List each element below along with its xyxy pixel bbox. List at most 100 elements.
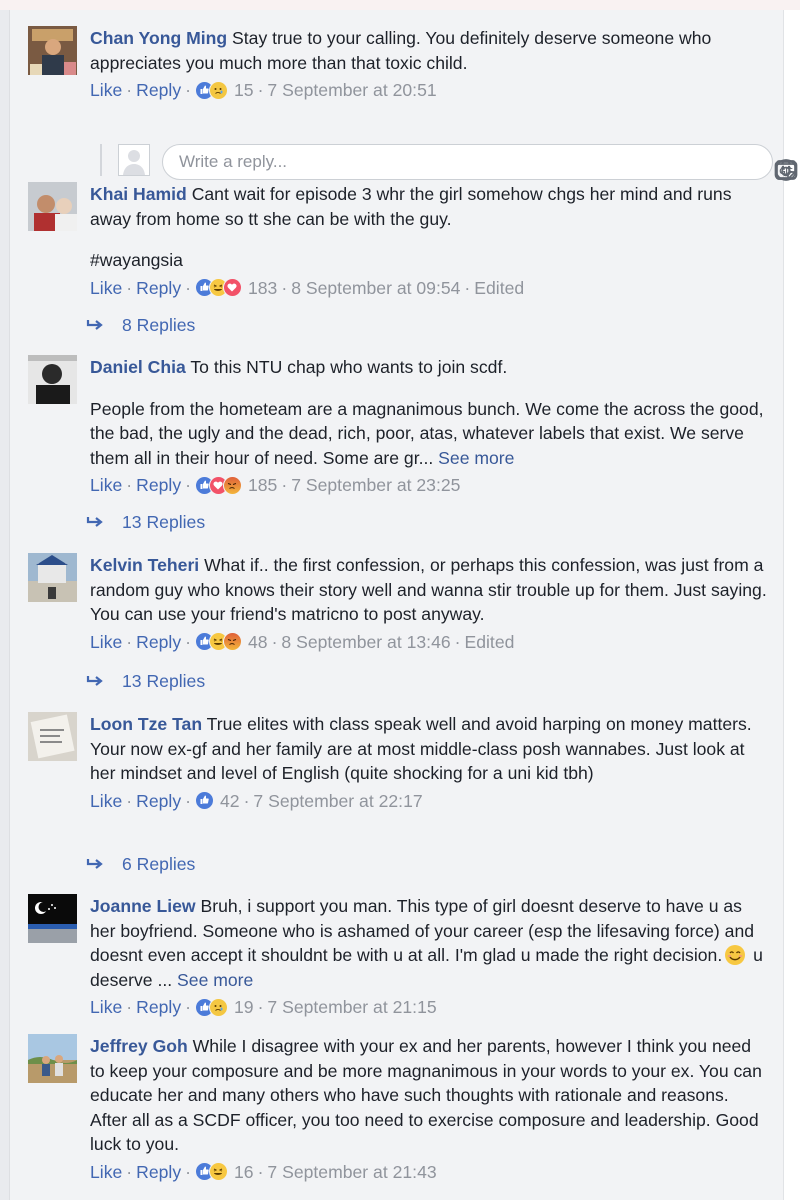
like-reaction-icon (194, 791, 214, 810)
comment: Loon Tze Tan True elites with class spea… (28, 712, 768, 882)
like-button[interactable]: Like (90, 789, 122, 813)
comment-text: Joanne Liew Bruh, i support you man. Thi… (90, 894, 768, 992)
comment: Joanne Liew Bruh, i support you man. Thi… (28, 894, 768, 1024)
reactions[interactable] (194, 791, 214, 810)
timestamp[interactable]: 7 September at 21:15 (267, 995, 436, 1019)
author-name[interactable]: Daniel Chia (90, 357, 186, 377)
author-name[interactable]: Khai Hamid (90, 184, 187, 204)
comment-message: To this NTU chap who wants to join scdf. (190, 357, 508, 377)
like-button[interactable]: Like (90, 630, 122, 654)
author-name[interactable]: Joanne Liew (90, 896, 196, 916)
view-replies-link[interactable]: 8 Replies (86, 313, 195, 337)
comment: Jeffrey Goh While I disagree with your e… (28, 1034, 768, 1194)
avatar[interactable] (28, 1034, 77, 1083)
comment: Chan Yong Ming Stay true to your calling… (28, 26, 798, 181)
reaction-count[interactable]: 15 (234, 78, 254, 102)
top-strip (0, 0, 800, 10)
view-replies-link[interactable]: 6 Replies (86, 852, 195, 876)
reply-button[interactable]: Reply (136, 473, 181, 497)
reactions[interactable] (194, 997, 228, 1017)
view-replies-link[interactable]: 13 Replies (86, 510, 205, 534)
comment-message: Cant wait for episode 3 whr the girl som… (90, 184, 732, 229)
comment-hashtag[interactable]: #wayangsia (90, 248, 768, 273)
reply-input[interactable]: Write a reply... GIF (162, 144, 798, 181)
comment-message-continued: People from the hometeam are a magnanimo… (90, 398, 764, 468)
reply-composer: Write a reply... GIF (100, 144, 798, 182)
see-more-link[interactable]: See more (177, 970, 253, 990)
timestamp[interactable]: 7 September at 23:25 (291, 473, 460, 497)
reply-arrow-icon (86, 517, 103, 527)
comment-text: Kelvin Teheri What if.. the first confes… (90, 553, 768, 627)
reaction-count[interactable]: 185 (248, 473, 277, 497)
like-button[interactable]: Like (90, 1160, 122, 1184)
comment-text: Khai Hamid Cant wait for episode 3 whr t… (90, 182, 768, 231)
reactions[interactable] (194, 632, 242, 651)
reply-arrow-icon (86, 320, 103, 330)
reactions[interactable] (194, 80, 228, 100)
scrollbar[interactable] (783, 10, 800, 1200)
avatar[interactable] (28, 894, 77, 943)
comment-text: Chan Yong Ming Stay true to your calling… (90, 26, 768, 75)
timestamp[interactable]: 7 September at 20:51 (267, 78, 436, 102)
replies-count[interactable]: 8 Replies (122, 315, 195, 336)
view-replies-link[interactable]: 13 Replies (86, 669, 205, 693)
author-name[interactable]: Loon Tze Tan (90, 714, 202, 734)
like-button[interactable]: Like (90, 473, 122, 497)
avatar[interactable] (28, 182, 77, 231)
see-more-link[interactable]: See more (438, 448, 514, 468)
reply-button[interactable]: Reply (136, 78, 181, 102)
reply-button[interactable]: Reply (136, 789, 181, 813)
smiling-face-emoji-icon (725, 945, 746, 965)
comment-actions: Like · Reply · 16 · 7 September at 21:43 (90, 1160, 437, 1184)
author-name[interactable]: Chan Yong Ming (90, 28, 227, 48)
comment-text: Jeffrey Goh While I disagree with your e… (90, 1034, 768, 1157)
timestamp[interactable]: 7 September at 22:17 (253, 789, 422, 813)
reactions[interactable] (194, 278, 242, 297)
timestamp[interactable]: 8 September at 13:46 (281, 630, 450, 654)
avatar[interactable] (28, 553, 77, 602)
reaction-count[interactable]: 183 (248, 276, 277, 300)
comment-actions: Like · Reply · 48 · 8 September at 13:46 · E… (90, 630, 515, 654)
timestamp[interactable]: 7 September at 21:43 (267, 1160, 436, 1184)
edited-label[interactable]: Edited (465, 630, 515, 654)
comment-actions: Like · Reply · 42 · 7 September at 22:17 (90, 789, 423, 813)
timestamp[interactable]: 8 September at 09:54 (291, 276, 460, 300)
like-button[interactable]: Like (90, 995, 122, 1019)
replies-count[interactable]: 13 Replies (122, 512, 205, 533)
sad-reaction-icon (208, 997, 228, 1017)
sticker-icon[interactable] (774, 158, 798, 182)
replies-count[interactable]: 6 Replies (122, 854, 195, 875)
reply-button[interactable]: Reply (136, 1160, 181, 1184)
avatar[interactable] (28, 355, 77, 404)
comment: Daniel Chia To this NTU chap who wants t… (28, 355, 768, 535)
comment-text: Loon Tze Tan True elites with class spea… (90, 712, 768, 786)
like-button[interactable]: Like (90, 78, 122, 102)
reply-button[interactable]: Reply (136, 276, 181, 300)
angry-reaction-icon (222, 475, 242, 495)
reaction-count[interactable]: 16 (234, 1160, 254, 1184)
reaction-count[interactable]: 42 (220, 789, 240, 813)
avatar[interactable] (28, 26, 77, 75)
like-button[interactable]: Like (90, 276, 122, 300)
sad-reaction-icon (208, 80, 228, 100)
reply-arrow-icon (86, 859, 103, 869)
haha-reaction-icon (208, 1162, 228, 1181)
reply-arrow-icon (86, 676, 103, 686)
comment: Kelvin Teheri What if.. the first confes… (28, 553, 768, 703)
reply-button[interactable]: Reply (136, 630, 181, 654)
avatar[interactable] (28, 712, 77, 761)
left-gutter (0, 10, 9, 1200)
reactions[interactable] (194, 1162, 228, 1181)
replies-count[interactable]: 13 Replies (122, 671, 205, 692)
author-name[interactable]: Kelvin Teheri (90, 555, 199, 575)
author-name[interactable]: Jeffrey Goh (90, 1036, 188, 1056)
comment-message: While I disagree with your ex and her pa… (90, 1036, 762, 1154)
comment-actions: Like · Reply · 15 · 7 September at 20:51 (90, 78, 437, 102)
reaction-count[interactable]: 48 (248, 630, 268, 654)
edited-label[interactable]: Edited (474, 276, 524, 300)
reply-button[interactable]: Reply (136, 995, 181, 1019)
reactions[interactable] (194, 475, 242, 495)
angry-reaction-icon (222, 632, 242, 651)
reaction-count[interactable]: 19 (234, 995, 254, 1019)
comment-actions: Like · Reply · 183 · 8 September at 09:54 · … (90, 276, 525, 300)
